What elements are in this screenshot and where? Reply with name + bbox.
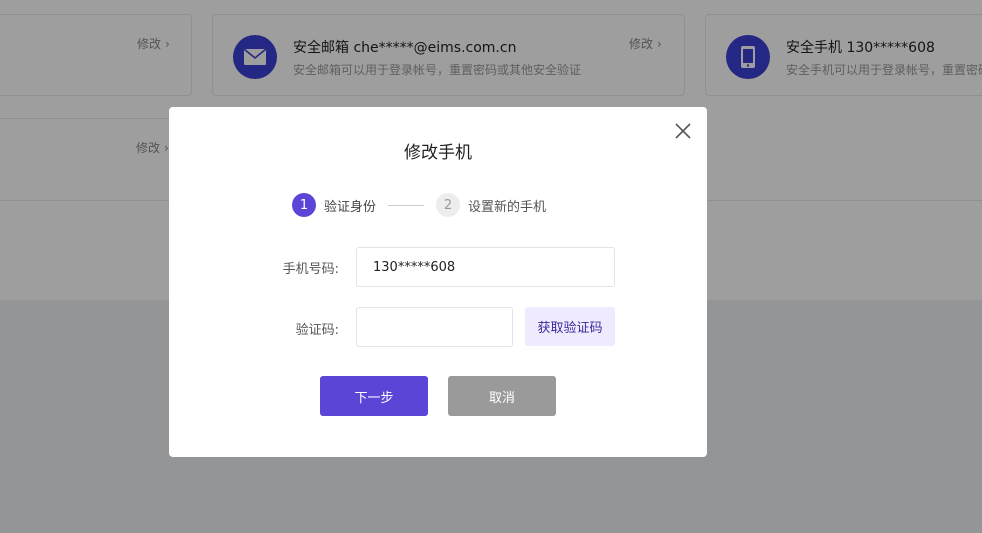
next-step-button[interactable]: 下一步 <box>320 376 428 416</box>
step-indicator: 1 验证身份 2 设置新的手机 <box>292 193 546 217</box>
step-connector <box>388 204 425 206</box>
step-2-label: 设置新的手机 <box>468 199 547 215</box>
step-1-label: 验证身份 <box>324 199 377 215</box>
get-code-button[interactable]: 获取验证码 <box>525 307 615 346</box>
dialog-title: 修改手机 <box>404 143 472 163</box>
phone-label: 手机号码: <box>282 262 339 277</box>
step-1-number: 1 <box>292 193 316 217</box>
change-phone-dialog: 修改手机 1 验证身份 2 设置新的手机 手机号码: 130*****608 验… <box>169 107 707 457</box>
code-label: 验证码: <box>295 323 339 338</box>
cancel-button[interactable]: 取消 <box>448 376 556 416</box>
phone-input[interactable]: 130*****608 <box>356 247 615 287</box>
verification-code-input[interactable] <box>356 307 513 347</box>
step-2-number: 2 <box>436 193 461 217</box>
